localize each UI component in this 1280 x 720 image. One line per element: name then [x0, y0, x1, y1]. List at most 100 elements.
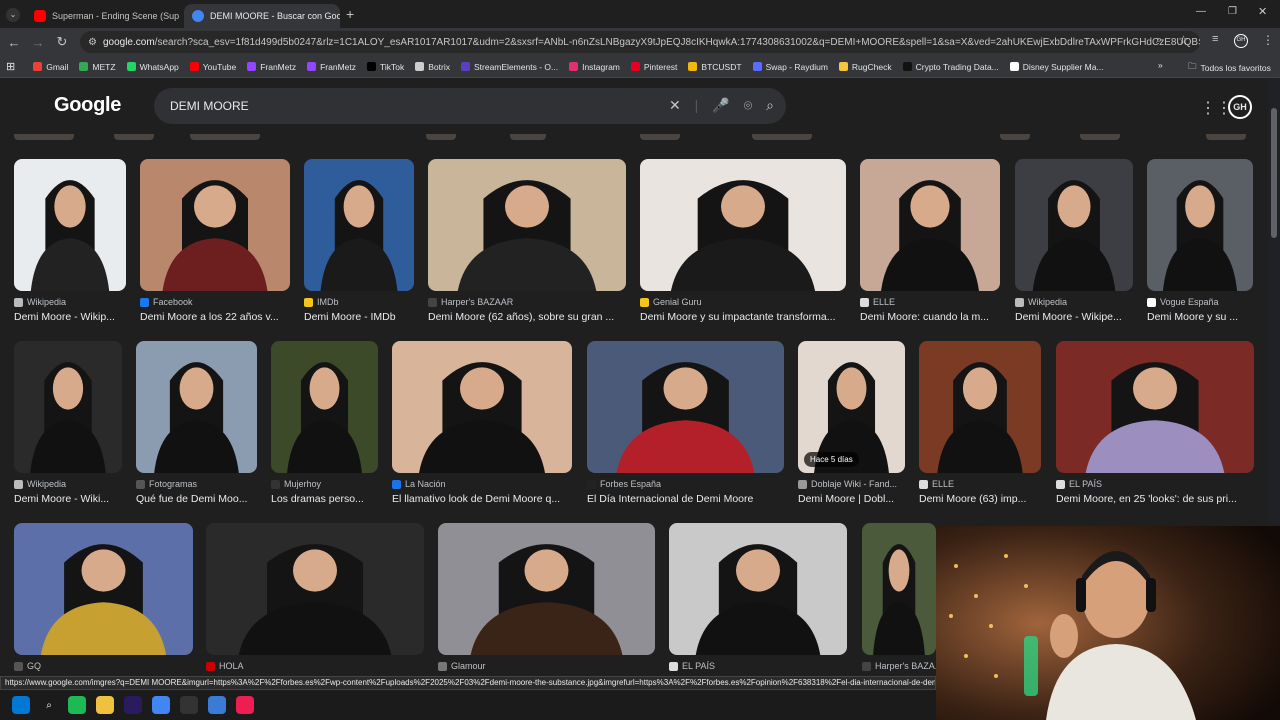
- previous-row-thumbnail[interactable]: [1206, 134, 1246, 140]
- image-result-card[interactable]: GQ: [14, 523, 193, 671]
- result-source[interactable]: EL PAÍS: [669, 661, 847, 671]
- media-controls-icon[interactable]: ≡: [1212, 33, 1218, 45]
- image-result-card[interactable]: Wikipedia Demi Moore - Wikip...: [14, 159, 126, 323]
- result-source[interactable]: Harper's BAZAAR: [428, 297, 626, 307]
- result-title[interactable]: Demi Moore a los 22 años v...: [140, 311, 290, 323]
- account-avatar[interactable]: GH: [1228, 95, 1252, 119]
- bookmark-item[interactable]: Instagram: [569, 62, 620, 72]
- bookmark-item[interactable]: Botrix: [415, 62, 450, 72]
- previous-row-thumbnail[interactable]: [14, 134, 74, 140]
- image-result-card[interactable]: HOLA: [206, 523, 424, 671]
- previous-row-thumbnail[interactable]: [510, 134, 546, 140]
- image-result-card[interactable]: Hace 5 días Doblaje Wiki - Fand... Demi Mo…: [798, 341, 905, 505]
- result-source[interactable]: Harper's BAZA...: [862, 661, 936, 671]
- result-title[interactable]: El Día Internacional de Demi Moore: [587, 493, 784, 505]
- result-source[interactable]: Wikipedia: [1015, 297, 1133, 307]
- lens-search-icon[interactable]: ⌾: [744, 97, 752, 114]
- bookmark-item[interactable]: Swap - Raydium: [752, 62, 828, 72]
- tab-google[interactable]: DEMI MOORE - Buscar con Goo ✕: [184, 4, 340, 28]
- reload-icon[interactable]: ↻: [50, 34, 74, 50]
- image-result-card[interactable]: EL PAÍS: [669, 523, 847, 671]
- image-thumbnail[interactable]: [1147, 159, 1253, 291]
- image-thumbnail[interactable]: [669, 523, 847, 655]
- result-source[interactable]: Fotogramas: [136, 479, 257, 489]
- result-source[interactable]: Glamour: [438, 661, 655, 671]
- result-title[interactable]: Demi Moore (63) imp...: [919, 493, 1041, 505]
- image-result-card[interactable]: Genial Guru Demi Moore y su impactante tr…: [640, 159, 846, 323]
- bookmark-item[interactable]: Disney Supplier Ma...: [1009, 62, 1104, 72]
- image-thumbnail[interactable]: [392, 341, 572, 473]
- result-title[interactable]: Demi Moore - Wiki...: [14, 493, 122, 505]
- maximize-button[interactable]: ❐: [1228, 6, 1237, 17]
- search-submit-icon[interactable]: ⌕: [766, 97, 774, 114]
- result-source[interactable]: EL PAÍS: [1056, 479, 1254, 489]
- result-source[interactable]: La Nación: [392, 479, 572, 489]
- image-thumbnail[interactable]: [271, 341, 378, 473]
- bookmarks-overflow-icon[interactable]: »: [1158, 60, 1163, 70]
- bookmark-item[interactable]: RugCheck: [838, 62, 892, 72]
- store-icon[interactable]: [208, 696, 226, 714]
- image-thumbnail[interactable]: [136, 341, 257, 473]
- image-result-card[interactable]: Mujerhoy Los dramas perso...: [271, 341, 378, 505]
- search-taskbar-icon[interactable]: ⌕: [40, 696, 58, 714]
- previous-row-thumbnail[interactable]: [114, 134, 154, 140]
- result-source[interactable]: Vogue España: [1147, 297, 1253, 307]
- image-thumbnail[interactable]: [1056, 341, 1254, 473]
- image-result-card[interactable]: Forbes España El Día Internacional de Dem…: [587, 341, 784, 505]
- image-thumbnail[interactable]: [919, 341, 1041, 473]
- previous-row-thumbnail[interactable]: [1080, 134, 1120, 140]
- result-title[interactable]: Demi Moore | Dobl...: [798, 493, 905, 505]
- result-title[interactable]: Demi Moore - IMDb: [304, 311, 414, 323]
- result-source[interactable]: GQ: [14, 661, 193, 671]
- result-title[interactable]: Demi Moore, en 25 'looks': de sus pri...: [1056, 493, 1254, 505]
- image-thumbnail[interactable]: [862, 523, 936, 655]
- bookmark-item[interactable]: YouTube: [189, 62, 236, 72]
- close-window-button[interactable]: ✕: [1258, 5, 1267, 18]
- bookmark-star-icon[interactable]: ☆: [1178, 33, 1189, 47]
- image-result-card[interactable]: EL PAÍS Demi Moore, en 25 'looks': de sus…: [1056, 341, 1254, 505]
- image-result-card[interactable]: La Nación El llamativo look de Demi Moore…: [392, 341, 572, 505]
- result-source[interactable]: Doblaje Wiki - Fand...: [798, 479, 905, 489]
- previous-row-thumbnail[interactable]: [640, 134, 680, 140]
- bookmark-item[interactable]: METZ: [79, 62, 116, 72]
- image-result-card[interactable]: IMDb Demi Moore - IMDb: [304, 159, 414, 323]
- all-bookmarks-folder[interactable]: 🗀 Todos los favoritos: [1188, 61, 1271, 75]
- image-result-card[interactable]: Harper's BAZA...: [862, 523, 936, 671]
- windows-start-icon[interactable]: [12, 696, 30, 714]
- result-source[interactable]: ELLE: [860, 297, 1000, 307]
- back-arrow-icon[interactable]: ←: [2, 35, 26, 50]
- image-thumbnail[interactable]: [206, 523, 424, 655]
- image-result-card[interactable]: Vogue España Demi Moore y su ...: [1147, 159, 1253, 323]
- obs-icon[interactable]: [180, 696, 198, 714]
- image-result-card[interactable]: ELLE Demi Moore (63) imp...: [919, 341, 1041, 505]
- image-result-card[interactable]: Wikipedia Demi Moore - Wiki...: [14, 341, 122, 505]
- bookmark-item[interactable]: WhatsApp: [126, 62, 179, 72]
- image-result-card[interactable]: Fotogramas Qué fue de Demi Moo...: [136, 341, 257, 505]
- result-title[interactable]: Qué fue de Demi Moo...: [136, 493, 257, 505]
- result-title[interactable]: Demi Moore - Wikipe...: [1015, 311, 1133, 323]
- result-source[interactable]: IMDb: [304, 297, 414, 307]
- result-title[interactable]: El llamativo look de Demi Moore q...: [392, 493, 572, 505]
- result-title[interactable]: Demi Moore y su ...: [1147, 311, 1253, 323]
- bookmark-item[interactable]: Crypto Trading Data...: [902, 62, 999, 72]
- google-logo[interactable]: Google: [54, 94, 121, 117]
- image-thumbnail[interactable]: [438, 523, 655, 655]
- bookmark-item[interactable]: Pinterest: [630, 62, 677, 72]
- result-title[interactable]: Los dramas perso...: [271, 493, 378, 505]
- result-source[interactable]: ELLE: [919, 479, 1041, 489]
- result-source[interactable]: Wikipedia: [14, 479, 122, 489]
- profile-avatar[interactable]: GH: [1234, 34, 1248, 48]
- clear-search-icon[interactable]: ✕: [669, 97, 681, 114]
- voice-search-icon[interactable]: 🎤: [712, 97, 729, 114]
- image-thumbnail[interactable]: [14, 159, 126, 291]
- result-source[interactable]: Facebook: [140, 297, 290, 307]
- result-source[interactable]: HOLA: [206, 661, 424, 671]
- tab-youtube[interactable]: Superman - Ending Scene (Sup ✕: [26, 4, 182, 28]
- bookmark-item[interactable]: StreamElements - O...: [460, 62, 558, 72]
- scrollbar-thumb[interactable]: [1271, 108, 1277, 238]
- previous-row-thumbnail[interactable]: [1000, 134, 1030, 140]
- bookmark-item[interactable]: TikTok: [367, 62, 404, 72]
- file-explorer-icon[interactable]: [96, 696, 114, 714]
- previous-row-thumbnail[interactable]: [426, 134, 456, 140]
- image-result-card[interactable]: Wikipedia Demi Moore - Wikipe...: [1015, 159, 1133, 323]
